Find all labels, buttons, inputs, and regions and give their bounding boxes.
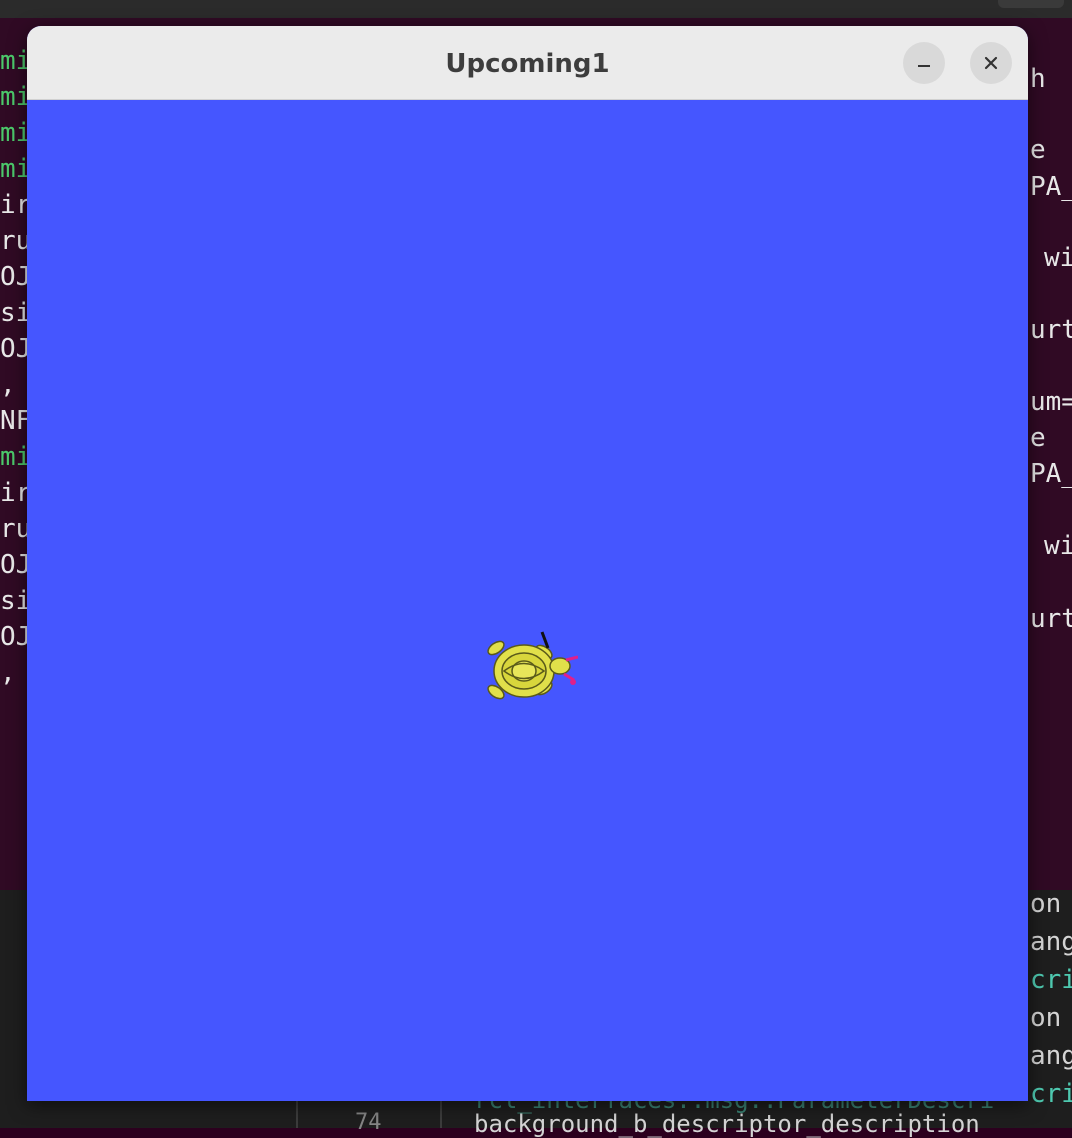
desktop-top-bar [0,0,1072,18]
editor-gutter-divider [296,1098,298,1128]
editor-fragment: ang [1030,1041,1072,1071]
turtle-icon [487,631,578,700]
close-icon [984,56,998,70]
terminal-fragment: PA_ [1030,172,1072,202]
editor-code-line: background_b_descriptor_description [474,1110,980,1138]
editor-fragment: cri [1030,965,1072,995]
editor-fragment: on [1030,889,1062,919]
terminal-fragment: e [1030,135,1046,165]
terminal-fragment: , [0,658,16,688]
terminal-fragment: wi [1044,243,1072,273]
terminal-fragment: um= [1030,387,1072,417]
terminal-fragment: urt [1030,315,1072,345]
window-titlebar[interactable]: Upcoming1 [27,26,1028,100]
terminal-fragment: wi [1044,531,1072,561]
editor-gutter-divider [440,1098,442,1128]
close-button[interactable] [970,42,1012,84]
minimize-button[interactable] [903,42,945,84]
window-title: Upcoming1 [445,49,610,79]
editor-line-number: 74 [355,1110,382,1135]
terminal-fragment: PA_ [1030,459,1072,489]
turtle-canvas[interactable] [27,100,1028,1101]
editor-fragment: cri [1030,1079,1072,1109]
terminal-fragment: urt [1030,604,1072,634]
editor-fragment: on [1030,1003,1062,1033]
turtlesim-window: Upcoming1 [27,26,1028,1101]
minimize-icon [918,65,930,67]
terminal-fragment: , [0,370,16,400]
editor-fragment: ang [1030,927,1072,957]
top-bar-button[interactable] [998,0,1064,8]
terminal-fragment: h [1030,64,1046,94]
terminal-fragment: e [1030,423,1046,453]
